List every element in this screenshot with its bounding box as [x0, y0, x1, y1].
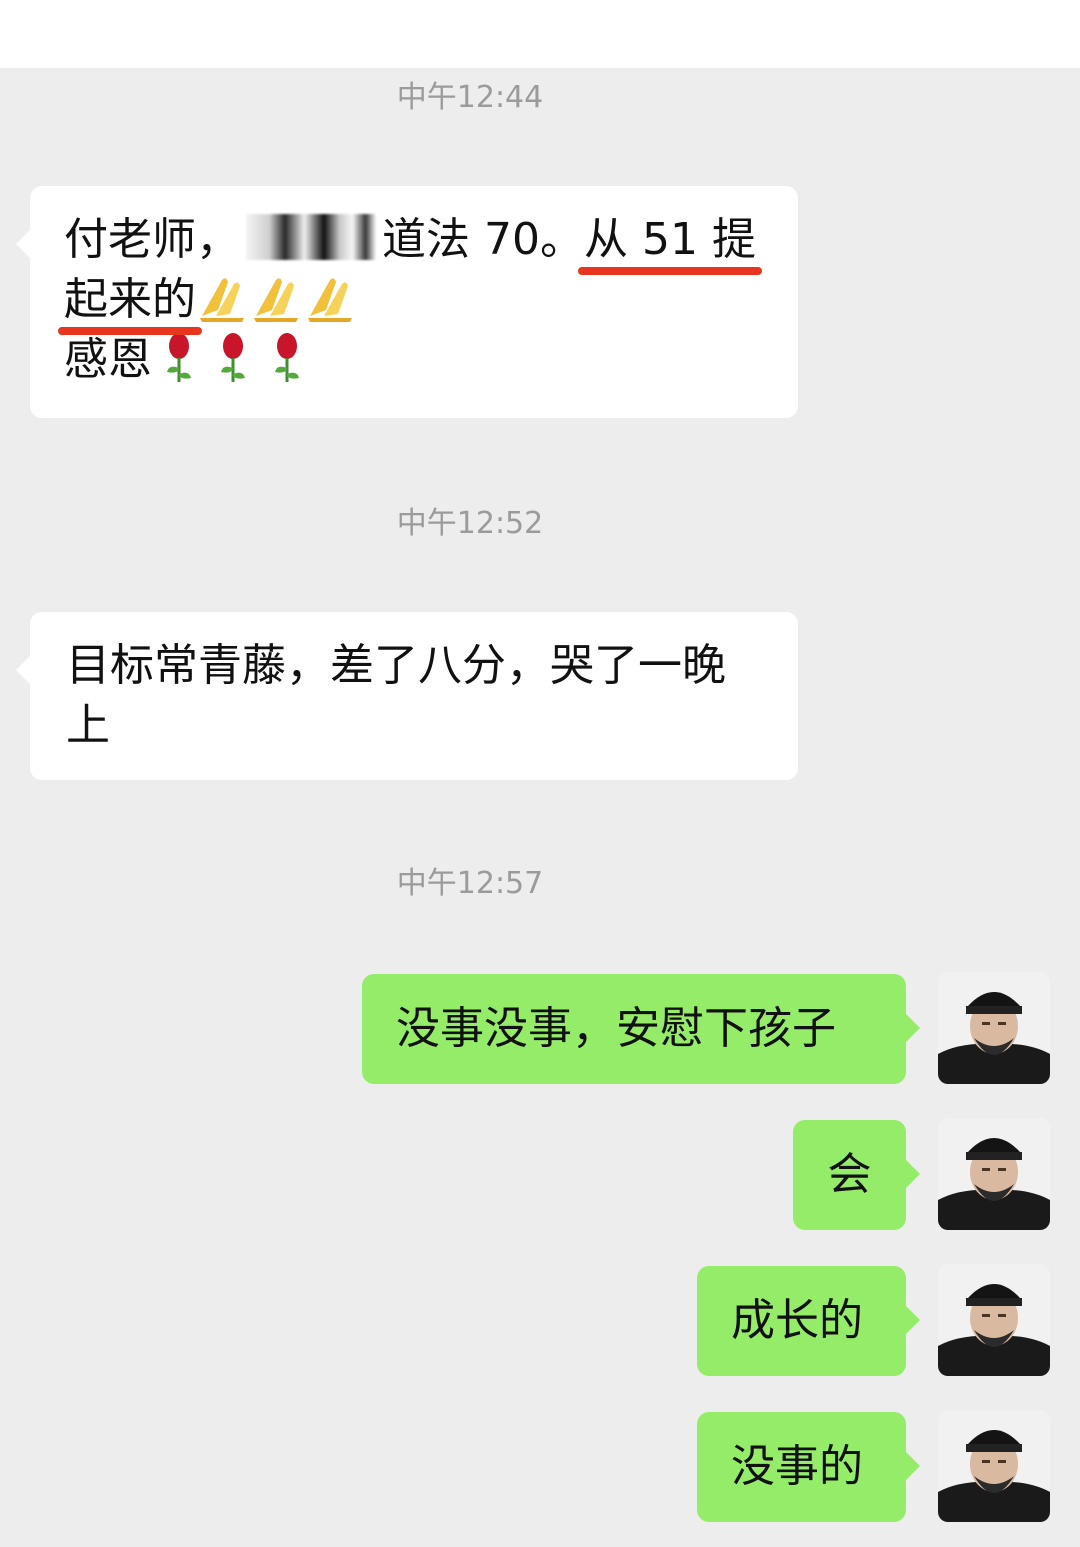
- portrait-icon: [938, 1410, 1050, 1522]
- rose-icon: [275, 333, 299, 382]
- message-text: 道法 70。: [382, 214, 584, 265]
- red-underline: [58, 327, 202, 335]
- red-underline: [577, 267, 762, 275]
- message-text: 没事没事，安慰下孩子: [396, 1003, 836, 1054]
- timestamp: 中午12:52: [396, 506, 544, 541]
- message-line: 付老师， 道法 70。从 51 提: [64, 210, 764, 275]
- pray-hands-icon: [308, 278, 352, 322]
- avatar[interactable]: [938, 972, 1050, 1084]
- avatar[interactable]: [938, 1410, 1050, 1522]
- message-line: 上: [66, 700, 110, 751]
- message-text: 会: [827, 1149, 872, 1200]
- message-text: 成长的: [731, 1295, 863, 1346]
- incoming-message[interactable]: 目标常青藤，差了八分，哭了一晚 上: [16, 612, 798, 780]
- rose-icon: [167, 333, 191, 382]
- outgoing-message[interactable]: 没事的: [697, 1412, 920, 1522]
- message-text: 付老师，: [64, 214, 240, 265]
- redacted-name: [246, 214, 376, 260]
- portrait-icon: [938, 1118, 1050, 1230]
- pray-hands-icon: [254, 278, 298, 322]
- message-line: 目标常青藤，差了八分，哭了一晚: [66, 640, 726, 691]
- pray-hands-icon: [200, 278, 244, 322]
- outgoing-message[interactable]: 没事没事，安慰下孩子: [362, 974, 920, 1084]
- avatar[interactable]: [938, 1264, 1050, 1376]
- outgoing-message[interactable]: 成长的: [697, 1266, 920, 1376]
- avatar[interactable]: [938, 1118, 1050, 1230]
- incoming-message[interactable]: 付老师， 道法 70。从 51 提 起来的 感恩: [16, 186, 798, 418]
- timestamp: 中午12:57: [396, 866, 544, 901]
- outgoing-message[interactable]: 会: [793, 1120, 920, 1230]
- portrait-icon: [938, 972, 1050, 1084]
- message-text: 感恩: [64, 334, 152, 385]
- message-text: 没事的: [731, 1441, 863, 1492]
- rose-icon: [221, 333, 245, 382]
- underlined-text: 起来的: [58, 274, 202, 335]
- underlined-text: 从 51 提: [577, 214, 762, 275]
- message-line: 感恩: [64, 330, 764, 390]
- timestamp: 中午12:44: [396, 80, 544, 115]
- message-line: 起来的: [58, 270, 764, 335]
- top-bar: [0, 0, 1080, 68]
- chat-area[interactable]: 中午12:44 付老师， 道法 70。从 51 提 起来的 感恩 中午12:52 …: [0, 68, 1080, 1547]
- portrait-icon: [938, 1264, 1050, 1376]
